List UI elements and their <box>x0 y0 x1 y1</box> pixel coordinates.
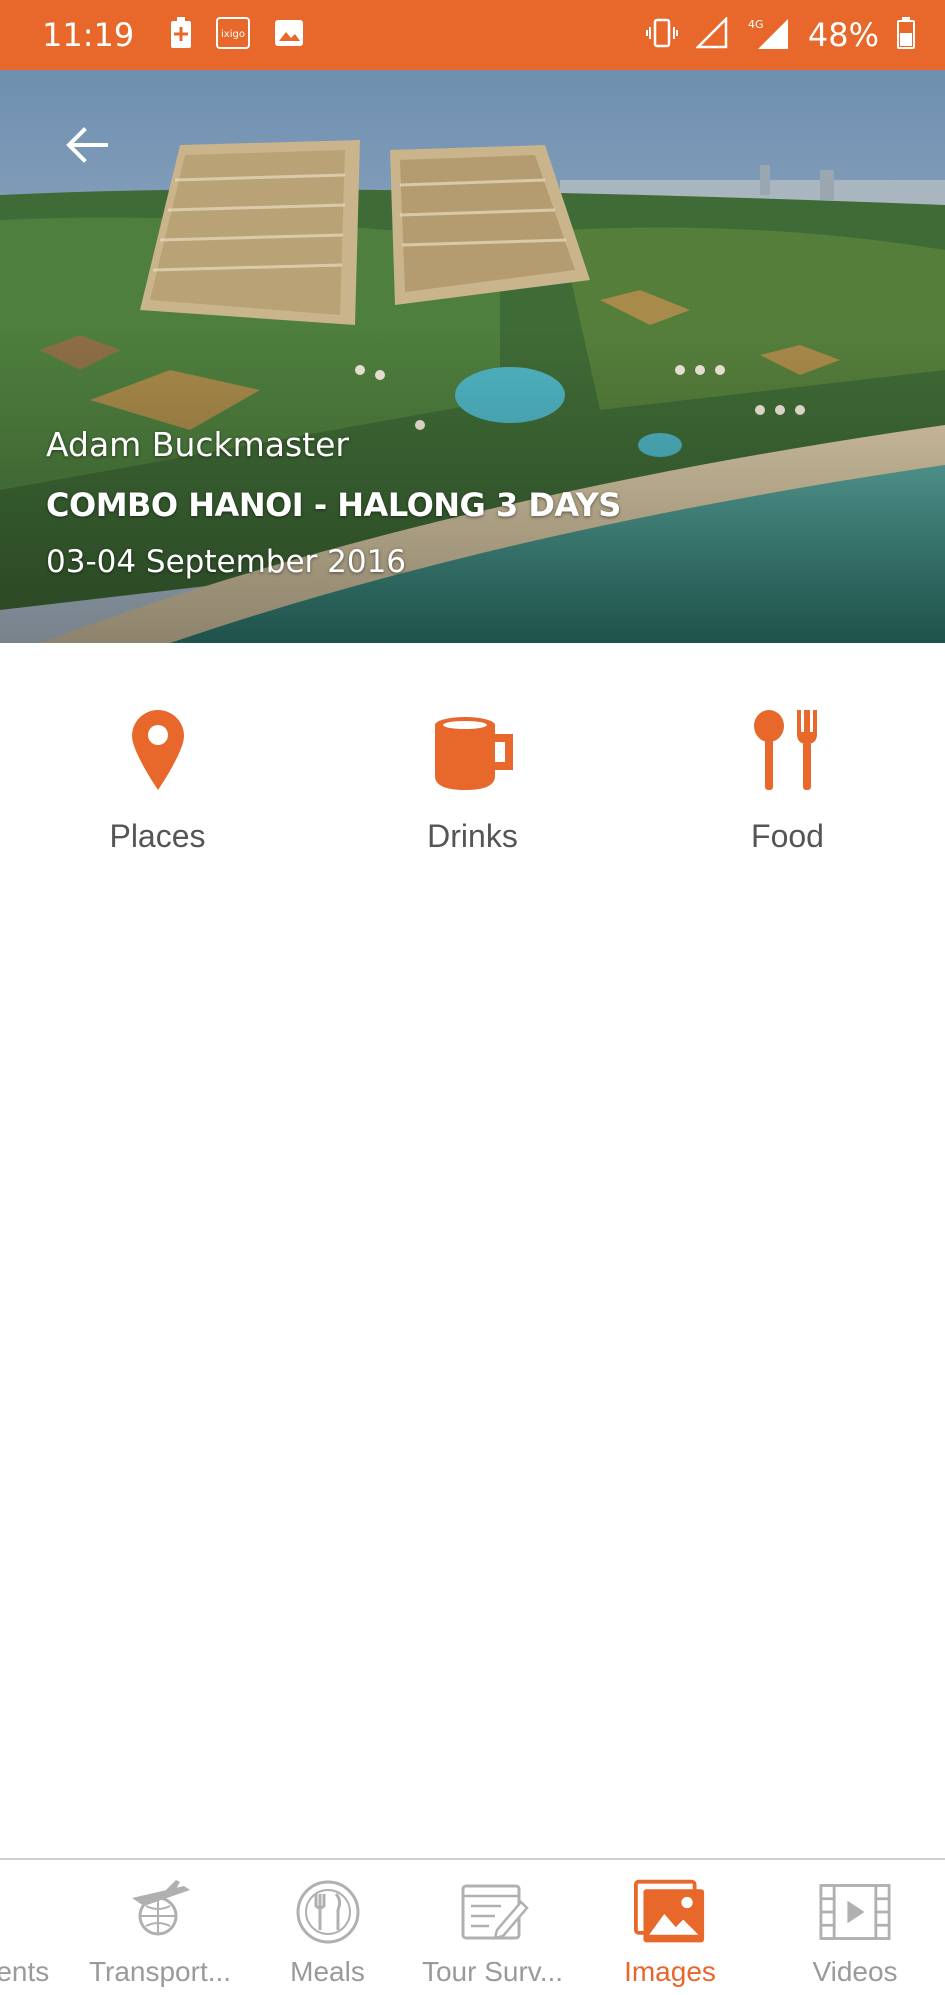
nav-label: nents <box>0 1956 50 1987</box>
status-bar: 11:19 ixigo 4G 48% <box>0 0 945 70</box>
nav-item-documents[interactable]: nents <box>0 1878 70 1988</box>
nav-label: Videos <box>812 1956 898 1987</box>
nav-item-tour-survey[interactable]: Tour Surv... <box>415 1878 570 1988</box>
category-label: Food <box>751 818 824 854</box>
category-label: Drinks <box>427 818 518 854</box>
gallery-icon <box>274 19 304 51</box>
nav-label: Meals <box>290 1956 365 1987</box>
nav-item-transport[interactable]: Transport... <box>85 1878 235 1988</box>
survey-icon <box>457 1878 529 1946</box>
status-time: 11:19 <box>42 16 135 54</box>
bottom-navigation: nents Transport... Meals Tour Surv... Im… <box>0 1858 945 1995</box>
ixigo-icon: ixigo <box>216 17 251 53</box>
signal-4g-icon: 4G <box>746 16 790 54</box>
hero-banner: Adam Buckmaster COMBO HANOI - HALONG 3 D… <box>0 70 945 643</box>
battery-icon <box>897 17 915 53</box>
mug-icon <box>433 700 513 790</box>
nav-item-images[interactable]: Images <box>610 1878 730 1988</box>
document-icon <box>0 1878 51 1946</box>
plate-icon <box>292 1878 364 1946</box>
nav-item-meals[interactable]: Meals <box>270 1878 385 1988</box>
images-icon <box>634 1878 706 1946</box>
status-system-icons: 4G 48% <box>645 15 915 54</box>
hero-text: Adam Buckmaster COMBO HANOI - HALONG 3 D… <box>46 425 621 580</box>
vibrate-icon <box>645 17 678 53</box>
globe-plane-icon <box>124 1878 196 1946</box>
nav-item-videos[interactable]: Videos <box>795 1878 915 1988</box>
battery-percent: 48% <box>807 16 879 54</box>
arrow-left-icon <box>66 127 108 163</box>
cutlery-icon <box>753 700 823 790</box>
nav-label: Images <box>624 1956 716 1987</box>
signal-icon <box>694 15 728 53</box>
tour-title: COMBO HANOI - HALONG 3 DAYS <box>46 486 621 524</box>
category-row: Places Drinks Food <box>0 700 945 855</box>
category-label: Places <box>109 818 206 854</box>
tour-owner: Adam Buckmaster <box>46 425 349 464</box>
tour-date: 03-04 September 2016 <box>46 544 407 580</box>
nav-label: Transport... <box>88 1956 232 1987</box>
back-button[interactable] <box>62 120 112 170</box>
category-food[interactable]: Food <box>630 700 945 855</box>
film-icon <box>819 1878 891 1946</box>
nav-label: Tour Surv... <box>421 1956 564 1987</box>
status-notification-icons: ixigo <box>170 17 304 53</box>
map-pin-icon <box>130 700 186 790</box>
category-drinks[interactable]: Drinks <box>315 700 630 855</box>
battery-saver-icon <box>170 17 192 53</box>
svg-text:ixigo: ixigo <box>221 29 245 40</box>
category-places[interactable]: Places <box>0 700 315 855</box>
svg-text:4G: 4G <box>748 18 764 31</box>
